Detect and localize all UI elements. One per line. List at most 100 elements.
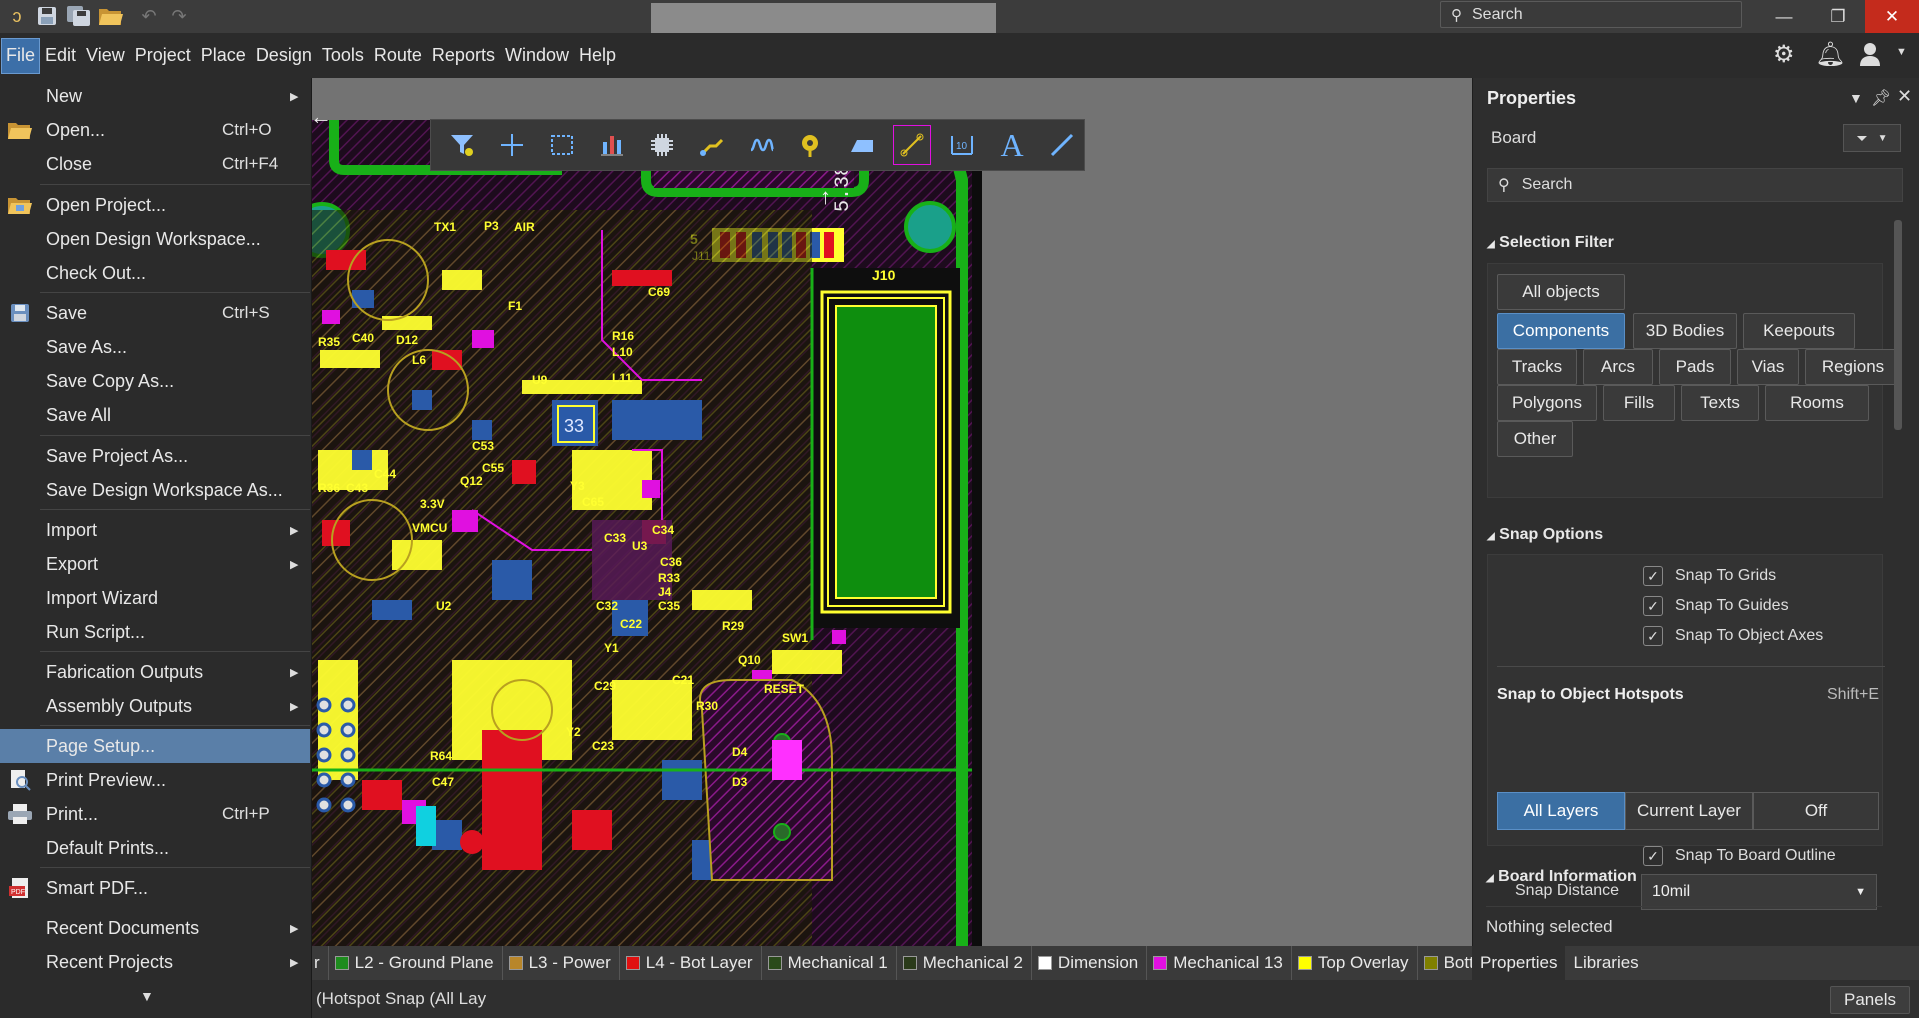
filter-rooms-button[interactable]: Rooms [1765,385,1869,421]
select-rectangle-icon[interactable] [543,125,581,165]
filter-icon[interactable] [443,125,481,165]
place-fill-icon[interactable] [843,125,881,165]
menu-item-new[interactable]: New ▶ [0,79,310,113]
menu-item-close[interactable]: Close Ctrl+F4 [0,147,310,181]
menu-item-open-design-workspace[interactable]: Open Design Workspace... [0,222,310,256]
layer-tab-l4-bot-layer[interactable]: L4 - Bot Layer [620,946,762,980]
menu-item-import-wizard[interactable]: Import Wizard [0,581,310,615]
open-folder-icon[interactable] [98,3,124,29]
user-menu-chevron-icon[interactable]: ▼ [1896,46,1907,58]
menu-item-import[interactable]: Import ▶ [0,513,310,547]
menu-project[interactable]: Project [131,39,195,73]
hotspot-all-layers-button[interactable]: All Layers [1497,792,1625,830]
pcb-board[interactable]: J10 5 J11 [312,120,982,946]
menu-item-open-project[interactable]: Open Project... [0,188,310,222]
close-panel-icon[interactable]: ✕ [1897,86,1912,107]
filter-3d-bodies-button[interactable]: 3D Bodies [1633,313,1737,349]
menu-item-save-copy-as[interactable]: Save Copy As... [0,364,310,398]
user-avatar-icon[interactable] [1857,40,1883,73]
menu-route[interactable]: Route [370,39,426,73]
hotspot-off-button[interactable]: Off [1753,792,1879,830]
minimize-button[interactable]: — [1754,0,1814,33]
menu-item-page-setup[interactable]: Page Setup... [0,729,310,763]
menu-item-recent-documents[interactable]: Recent Documents ▶ [0,911,310,945]
tab-properties[interactable]: Properties [1472,946,1566,980]
menu-item-smart-pdf[interactable]: PDF Smart PDF... [0,871,310,905]
menu-view[interactable]: View [82,39,129,73]
filter-keepouts-button[interactable]: Keepouts [1743,313,1855,349]
filter-vias-button[interactable]: Vias [1737,349,1799,385]
interactive-route-icon[interactable] [693,125,731,165]
menu-place[interactable]: Place [197,39,250,73]
filter-texts-button[interactable]: Texts [1681,385,1759,421]
filter-polygons-button[interactable]: Polygons [1497,385,1597,421]
bell-icon[interactable]: 🔔︎ [1815,40,1845,69]
properties-scrollbar[interactable] [1894,220,1902,430]
menu-item-save-design-workspace-as[interactable]: Save Design Workspace As... [0,473,310,507]
menu-item-check-out[interactable]: Check Out... [0,256,310,290]
place-line-icon[interactable] [893,125,931,165]
save-icon[interactable] [34,3,60,29]
layer-tab-mechanical-13[interactable]: Mechanical 13 [1147,946,1292,980]
pin-icon[interactable]: 📌︎ [1871,88,1891,108]
menu-item-default-prints[interactable]: Default Prints... [0,831,310,865]
filter-arcs-button[interactable]: Arcs [1583,349,1653,385]
menu-item-fabrication-outputs[interactable]: Fabrication Outputs ▶ [0,655,310,689]
restore-button[interactable]: ❐ [1808,0,1868,33]
filter-all-objects-button[interactable]: All objects [1497,274,1625,310]
menu-scroll-down-icon[interactable]: ▼ [140,988,154,1004]
filter-other-button[interactable]: Other [1497,421,1573,457]
layer-tab-l2-ground-plane[interactable]: L2 - Ground Plane [329,946,503,980]
selection-filter-title[interactable]: ◢ Selection Filter [1487,234,1614,252]
layer-tab-top-overlay[interactable]: Top Overlay [1292,946,1418,980]
align-icon[interactable] [593,125,631,165]
menu-item-save[interactable]: Save Ctrl+S [0,296,310,330]
menu-window[interactable]: Window [501,39,573,73]
layer-tab-l3-power[interactable]: L3 - Power [503,946,620,980]
redo-icon[interactable]: ↷ [166,3,192,29]
filter-components-button[interactable]: Components [1497,313,1625,349]
place-string-icon[interactable]: A [993,125,1031,165]
place-via-icon[interactable] [793,125,831,165]
panels-button[interactable]: Panels [1830,986,1910,1014]
menu-design[interactable]: Design [252,39,316,73]
filter-regions-button[interactable]: Regions [1805,349,1901,385]
pcb-workspace[interactable]: J10 5 J11 [312,78,1472,946]
draw-line-icon[interactable] [1043,125,1081,165]
place-component-icon[interactable] [643,125,681,165]
menu-item-recent-projects[interactable]: Recent Projects ▶ [0,945,310,979]
panel-menu-icon[interactable]: ▼ [1849,90,1863,106]
properties-search-input[interactable]: ⚲ Search [1487,168,1903,202]
menu-file[interactable]: File [0,37,41,74]
hotspot-current-layer-button[interactable]: Current Layer [1625,792,1753,830]
tab-libraries[interactable]: Libraries [1565,946,1646,980]
board-information-title[interactable]: ◢ Board Information [1486,868,1637,886]
layer-tab-dimension[interactable]: Dimension [1032,946,1148,980]
menu-tools[interactable]: Tools [318,39,368,73]
global-search-input[interactable]: ⚲ Search [1440,1,1742,28]
place-dimension-icon[interactable]: 10 [943,125,981,165]
filter-fills-button[interactable]: Fills [1603,385,1675,421]
length-tuning-icon[interactable] [743,125,781,165]
snap-distance-select[interactable]: 10mil ▼ [1641,874,1877,910]
undo-icon[interactable]: ↶ [136,3,162,29]
snap-to-board-outline-checkbox[interactable]: ✓ Snap To Board Outline [1643,846,1836,866]
menu-item-print[interactable]: Print... Ctrl+P [0,797,310,831]
menu-item-assembly-outputs[interactable]: Assembly Outputs ▶ [0,689,310,723]
layer-tab-bottom-ov[interactable]: Bottom Ov [1418,946,1472,980]
menu-item-open[interactable]: Open... Ctrl+O [0,113,310,147]
menu-reports[interactable]: Reports [428,39,499,73]
filter-pads-button[interactable]: Pads [1659,349,1731,385]
save-all-icon[interactable] [66,3,92,29]
menu-item-save-project-as[interactable]: Save Project As... [0,439,310,473]
snap-options-title[interactable]: ◢ Snap Options [1487,526,1603,544]
selection-filter-button[interactable]: ⏷ ▼ [1843,124,1901,152]
snap-to-object-axes-checkbox[interactable]: ✓ Snap To Object Axes [1643,626,1823,646]
filter-tracks-button[interactable]: Tracks [1497,349,1577,385]
snap-to-guides-checkbox[interactable]: ✓ Snap To Guides [1643,596,1789,616]
close-window-button[interactable]: ✕ [1865,0,1919,33]
gear-icon[interactable]: ⚙ [1773,40,1795,69]
layer-tab-mechanical-2[interactable]: Mechanical 2 [897,946,1032,980]
menu-edit[interactable]: Edit [41,39,80,73]
menu-item-export[interactable]: Export ▶ [0,547,310,581]
